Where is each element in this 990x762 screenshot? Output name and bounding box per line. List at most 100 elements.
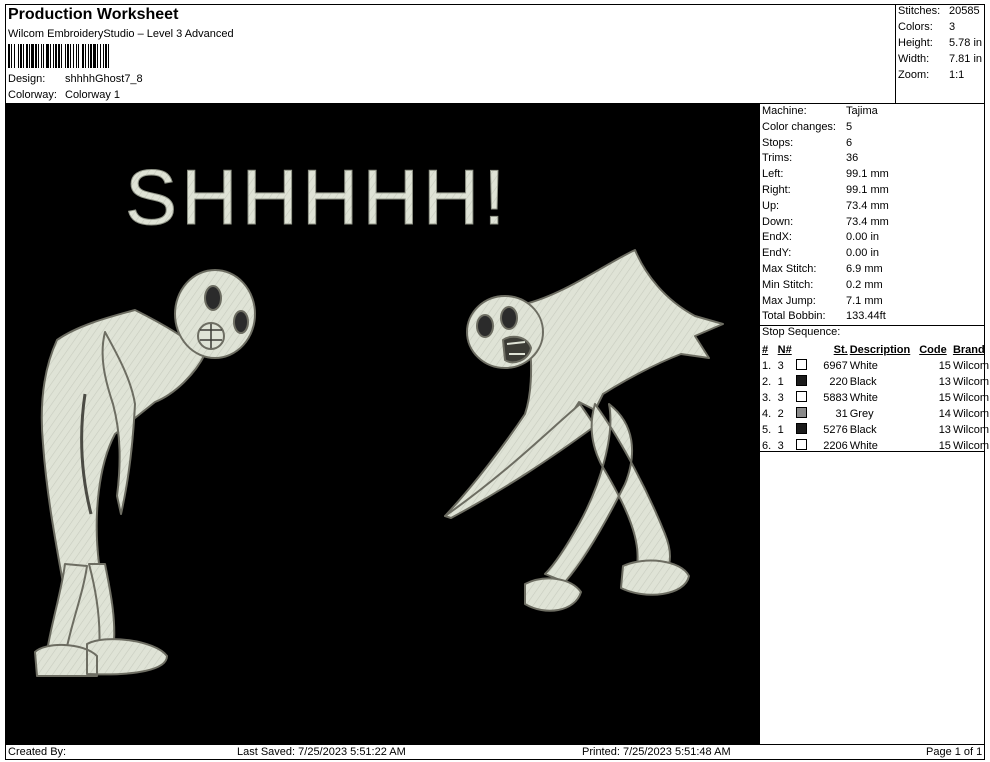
height-value: 5.78 in xyxy=(949,37,983,49)
page-number: Page 1 of 1 xyxy=(926,746,983,758)
row-index: 1. xyxy=(762,360,772,372)
stat-row: Right: 99.1 mm xyxy=(762,184,982,198)
design-preview: SHHHHH! xyxy=(5,104,759,744)
stat-row: Color changes: 5 xyxy=(762,121,982,135)
stat-label: Stops: xyxy=(762,136,794,149)
stat-value: 99.1 mm xyxy=(846,184,889,196)
row-description: White xyxy=(849,392,878,404)
stop-sequence-row: 4. 2 31 Grey 14 Wilcom xyxy=(761,406,990,422)
page-title: Production Worksheet xyxy=(8,6,179,23)
left-ghost-eye-2 xyxy=(233,310,249,334)
row-code: 15 xyxy=(938,440,951,452)
colorway-label: Colorway: xyxy=(8,89,57,101)
last-saved: Last Saved: 7/25/2023 5:51:22 AM xyxy=(237,746,406,758)
col-needle: N# xyxy=(777,344,792,356)
stat-value: 133.44ft xyxy=(846,310,886,323)
stop-sequence-row: 2. 1 220 Black 13 Wilcom xyxy=(761,374,990,390)
stat-value: 7.1 mm xyxy=(846,294,883,307)
stat-label: Up: xyxy=(762,199,780,212)
height-label: Height: xyxy=(898,37,933,49)
zoom-label: Zoom: xyxy=(898,69,930,81)
col-brand: Brand xyxy=(952,344,985,356)
row-code: 14 xyxy=(938,408,951,420)
row-description: Black xyxy=(849,424,877,436)
footer-divider xyxy=(5,744,985,745)
stat-label: Left: xyxy=(762,168,784,181)
row-stitches: 5883 xyxy=(823,392,848,404)
stat-label: Down: xyxy=(762,215,794,228)
thread-color-swatch xyxy=(795,423,807,434)
right-ghost-eye xyxy=(476,314,494,338)
colors-label: Colors: xyxy=(898,21,933,33)
stat-label: EndX: xyxy=(762,231,792,244)
colors-row: Colors: 3 xyxy=(898,21,984,35)
row-brand: Wilcom xyxy=(952,360,989,372)
colors-value: 3 xyxy=(949,21,956,33)
col-index: # xyxy=(762,344,769,356)
stat-row: Max Stitch: 6.9 mm xyxy=(762,263,982,277)
row-index: 3. xyxy=(762,392,772,404)
stat-value: 0.2 mm xyxy=(846,278,883,291)
right-ghost xyxy=(444,249,724,612)
row-needle: 2 xyxy=(777,408,784,420)
stat-row: Machine: Tajima xyxy=(762,105,982,119)
left-ghost-eye xyxy=(204,285,222,311)
col-description: Description xyxy=(849,344,911,356)
stat-value: 99.1 mm xyxy=(846,168,889,181)
thread-color-swatch xyxy=(795,359,807,370)
row-index: 6. xyxy=(762,440,772,452)
stat-label: Color changes: xyxy=(762,120,836,133)
stat-value: 0.00 in xyxy=(846,231,880,244)
row-brand: Wilcom xyxy=(952,408,989,420)
row-brand: Wilcom xyxy=(952,440,989,452)
stat-label: Trims: xyxy=(762,152,793,165)
frame-top xyxy=(5,4,985,5)
stat-value: 0.00 in xyxy=(846,247,880,260)
stop-sequence-row: 6. 3 2206 White 15 Wilcom xyxy=(761,438,990,454)
stat-value: 5 xyxy=(846,120,853,133)
row-description: Black xyxy=(849,376,877,388)
stat-row: EndY: 0.00 in xyxy=(762,247,982,261)
stat-value: Tajima xyxy=(846,105,878,117)
software-name: Wilcom EmbroideryStudio – Level 3 Advanc… xyxy=(8,28,234,40)
zoom-value: 1:1 xyxy=(949,69,965,81)
row-code: 15 xyxy=(938,360,951,372)
row-code: 15 xyxy=(938,392,951,404)
col-code: Code xyxy=(919,344,947,356)
stat-value: 6 xyxy=(846,136,853,149)
thread-color-swatch xyxy=(795,391,807,402)
side-panel-divider xyxy=(759,103,760,745)
row-needle: 1 xyxy=(777,376,784,388)
barcode xyxy=(8,44,244,68)
embroidery-preview-svg: SHHHHH! xyxy=(34,153,724,677)
thread-color-swatch xyxy=(795,439,807,450)
printed-date: Printed: 7/25/2023 5:51:48 AM xyxy=(582,746,731,758)
stat-label: EndY: xyxy=(762,247,792,260)
stat-label: Total Bobbin: xyxy=(762,310,826,323)
row-stitches: 31 xyxy=(835,408,848,420)
stat-value: 73.4 mm xyxy=(846,215,889,228)
row-index: 5. xyxy=(762,424,772,436)
left-ghost xyxy=(34,269,256,677)
colorway-value: Colorway 1 xyxy=(65,89,121,101)
summary-divider xyxy=(895,4,896,104)
stat-label: Max Jump: xyxy=(762,294,816,307)
stat-row: Trims: 36 xyxy=(762,152,982,166)
design-value: shhhhGhost7_8 xyxy=(65,73,143,85)
row-stitches: 6967 xyxy=(823,360,848,372)
row-description: White xyxy=(849,440,878,452)
stat-label: Min Stitch: xyxy=(762,278,814,291)
created-by: Created By: xyxy=(8,746,67,758)
width-value: 7.81 in xyxy=(949,53,983,65)
zoom-row: Zoom: 1:1 xyxy=(898,69,984,83)
row-code: 13 xyxy=(938,424,951,436)
row-code: 13 xyxy=(938,376,951,388)
shhh-embroidered-text: SHHHHH! xyxy=(125,153,505,241)
row-brand: Wilcom xyxy=(952,424,989,436)
thread-color-swatch xyxy=(795,375,807,386)
row-stitches: 5276 xyxy=(823,424,848,436)
stop-sequence-row: 1. 3 6967 White 15 Wilcom xyxy=(761,358,990,374)
row-needle: 3 xyxy=(777,440,784,452)
design-label: Design: xyxy=(8,73,46,85)
stop-sequence-header: # N# St. Description Code Brand xyxy=(761,342,990,358)
